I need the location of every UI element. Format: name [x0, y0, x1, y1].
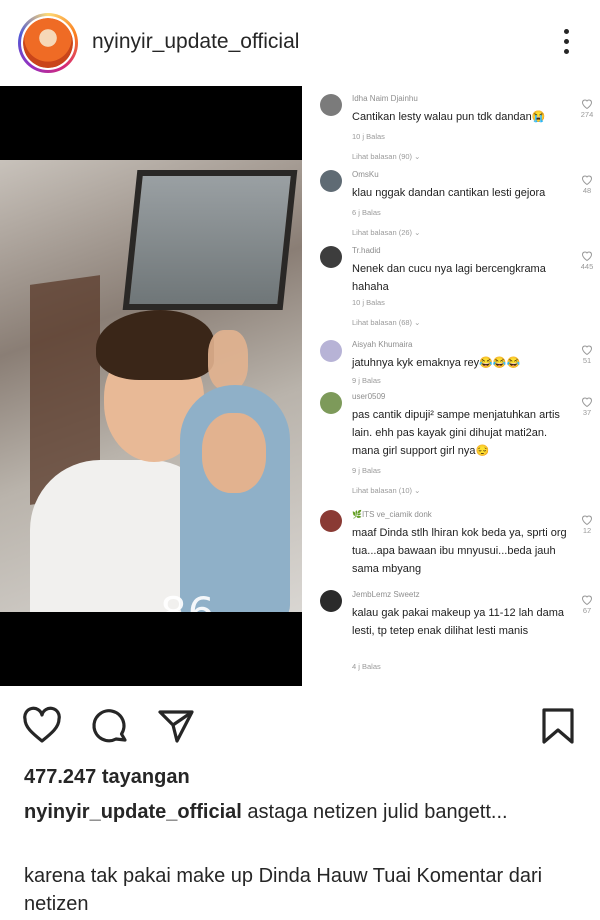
comment-meta: 4 j Balas	[352, 662, 381, 671]
heart-icon	[581, 345, 593, 355]
comment-text: maaf Dinda stlh lhiran kok beda ya, sprt…	[352, 527, 567, 575]
dot	[563, 49, 569, 54]
comment-view-replies: Lihat balasan (26) ⌄	[352, 228, 421, 237]
background-window	[122, 170, 298, 310]
more-options-icon[interactable]	[558, 26, 574, 60]
comment-username: OmsKu	[352, 170, 379, 179]
post-action-bar	[0, 686, 600, 762]
comment-item: OmsKu klau nggak dandan cantikan lesti g…	[302, 170, 600, 250]
comment-text: klau nggak dandan cantikan lesti gejora	[352, 187, 546, 199]
bookmark-icon	[542, 708, 574, 744]
comment-text: pas cantik dipuji² sampe menjatuhkan art…	[352, 409, 560, 457]
comment-like: 51	[578, 344, 596, 365]
heart-icon	[581, 99, 593, 109]
heart-icon	[23, 706, 61, 743]
comment-username: Idha Naim Djainhu	[352, 94, 418, 103]
comment-meta: 9 j Balas	[352, 466, 381, 475]
video-panel: 86	[0, 86, 302, 686]
comment-avatar	[320, 510, 342, 532]
comment-like: 37	[578, 396, 596, 417]
send-icon	[158, 710, 194, 743]
caption-username[interactable]: nyinyir_update_official	[24, 801, 242, 823]
comment-like-count: 445	[580, 262, 594, 271]
comment-item: JembLemz Sweetz kalau gak pakai makeup y…	[302, 590, 600, 680]
caption-text: astaga netizen julid bangett...	[247, 801, 508, 823]
face	[202, 413, 266, 493]
comment-username: JembLemz Sweetz	[352, 590, 420, 599]
comment-icon	[92, 709, 127, 743]
post-header: nyinyir_update_official	[0, 0, 600, 86]
comments-screenshot: Idha Naim Djainhu Cantikan lesty walau p…	[302, 86, 600, 686]
heart-icon	[581, 175, 593, 185]
comment-view-replies: Lihat balasan (90) ⌄	[352, 152, 421, 161]
comment-view-replies: Lihat balasan (68) ⌄	[352, 318, 421, 327]
comment-like: 48	[578, 174, 596, 195]
comment-avatar	[320, 340, 342, 362]
share-button[interactable]	[156, 706, 196, 746]
comment-item: user0509 pas cantik dipuji² sampe menjat…	[302, 392, 600, 502]
comment-meta: 9 j Balas	[352, 376, 381, 385]
person-right	[180, 385, 290, 612]
avatar	[21, 16, 75, 70]
comment-view-replies: Lihat balasan (10) ⌄	[352, 486, 421, 495]
comment-text: jatuhnya kyk emaknya rey😂😂😂	[352, 357, 521, 369]
video-overlay-number: 86	[160, 588, 215, 612]
post-caption: nyinyir_update_official astaga netizen j…	[24, 800, 584, 824]
dot	[563, 29, 569, 34]
comment-avatar	[320, 94, 342, 116]
comment-username: Aisyah Khumaira	[352, 340, 413, 349]
comment-item: Aisyah Khumaira jatuhnya kyk emaknya rey…	[302, 340, 600, 390]
like-button[interactable]	[22, 706, 62, 746]
comment-avatar	[320, 392, 342, 414]
comment-meta: 6 j Balas	[352, 208, 381, 217]
comment-like-count: 51	[582, 356, 592, 365]
comment-button[interactable]	[90, 706, 130, 746]
comment-text: Cantikan lesty walau pun tdk dandan😭	[352, 111, 546, 123]
dot	[563, 39, 569, 44]
comment-like: 445	[578, 250, 596, 271]
post-username[interactable]: nyinyir_update_official	[92, 30, 299, 54]
comment-like: 274	[578, 98, 596, 119]
comment-text: kalau gak pakai makeup ya 11-12 lah dama…	[352, 607, 564, 637]
comment-like: 12	[578, 514, 596, 535]
comment-username: 🌿ITS ve_ciamik donk	[352, 510, 432, 519]
hand	[208, 330, 248, 390]
heart-icon	[581, 515, 593, 525]
profile-avatar[interactable]	[18, 13, 78, 73]
comment-item: Tr.hadid Nenek dan cucu nya lagi berceng…	[302, 246, 600, 340]
comment-like: 67	[578, 594, 596, 615]
comment-username: user0509	[352, 392, 386, 401]
comment-like-count: 274	[580, 110, 594, 119]
comment-username: Tr.hadid	[352, 246, 381, 255]
comment-like-count: 67	[582, 606, 592, 615]
save-button[interactable]	[538, 706, 578, 746]
heart-icon	[581, 595, 593, 605]
hair	[96, 310, 214, 380]
comment-meta: 10 j Balas	[352, 298, 385, 307]
heart-icon	[581, 397, 593, 407]
comment-avatar	[320, 170, 342, 192]
comment-avatar	[320, 590, 342, 612]
caption-continued: karena tak pakai make up Dinda Hauw Tuai…	[24, 865, 543, 915]
comment-text: Nenek dan cucu nya lagi bercengkrama hah…	[352, 263, 546, 293]
comment-like-count: 48	[582, 186, 592, 195]
comment-item: Idha Naim Djainhu Cantikan lesty walau p…	[302, 94, 600, 174]
comment-avatar	[320, 246, 342, 268]
heart-icon	[581, 251, 593, 261]
comment-item: 🌿ITS ve_ciamik donk maaf Dinda stlh lhir…	[302, 510, 600, 588]
comment-meta: 10 j Balas	[352, 132, 385, 141]
comment-like-count: 12	[582, 526, 592, 535]
avatar-image	[23, 18, 73, 68]
video-frame: 86	[0, 160, 302, 612]
comment-like-count: 37	[582, 408, 592, 417]
post-media[interactable]: 86 Idha Naim Djainhu Cantikan lesty wala…	[0, 86, 600, 686]
view-count[interactable]: 477.247 tayangan	[24, 766, 190, 789]
